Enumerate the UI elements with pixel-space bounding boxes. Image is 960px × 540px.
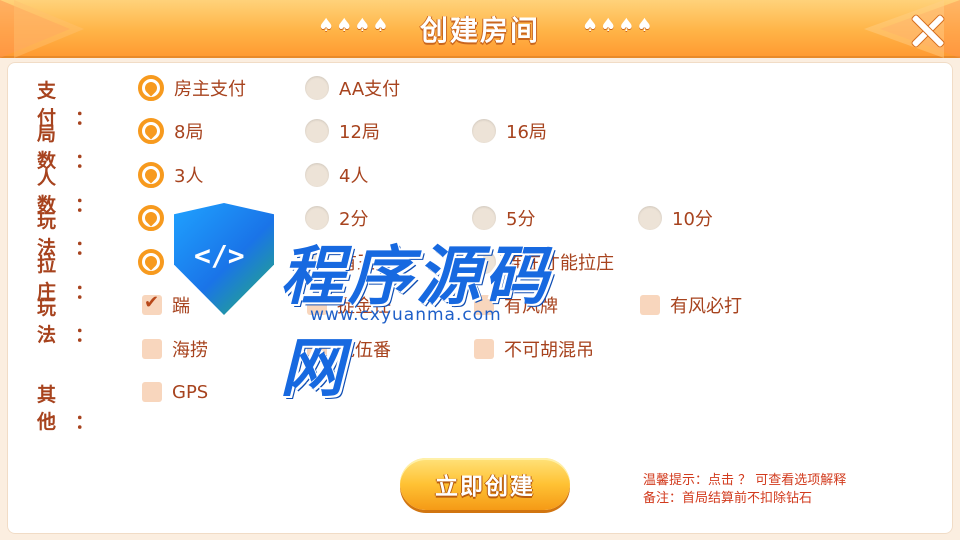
row-players: 人数： 3人 4人	[7, 158, 953, 216]
option-label: 捉金任	[337, 296, 391, 317]
checkbox-option-hailao[interactable]: 海捞	[142, 332, 208, 366]
option-label: 10分	[672, 209, 713, 230]
checkbox-unchecked-icon	[142, 382, 162, 402]
radio-option-16-rounds[interactable]: 16局	[472, 114, 547, 148]
option-label: 12局	[339, 122, 380, 143]
radio-selected-icon	[138, 249, 164, 275]
checkbox-option-gps[interactable]: GPS	[142, 375, 208, 409]
checkbox-option-wind-tiles[interactable]: 有风牌	[474, 288, 558, 322]
checkbox-option-zhuojinren[interactable]: 捉金任	[307, 288, 391, 322]
checkbox-unchecked-icon	[307, 295, 327, 315]
checkbox-unchecked-icon	[474, 295, 494, 315]
radio-option-king-banker[interactable]: 有王拉庄	[305, 245, 411, 279]
checkbox-option-no-hun-diao[interactable]: 不可胡混吊	[474, 332, 594, 366]
options-panel: 支付： 房主支付 AA支付 局数： 8局 12局 16局 人数： 3人 4人 玩…	[7, 62, 953, 534]
option-label: 不可胡混吊	[504, 340, 594, 361]
dialog-header: ♠♠♠♠ 创建房间 ♠♠♠♠	[0, 0, 960, 58]
option-label: 房主支付	[174, 79, 246, 100]
radio-option-12-rounds[interactable]: 12局	[305, 114, 380, 148]
tip-line-help[interactable]: 温馨提示：点击 ？ 可查看选项解释	[643, 472, 846, 490]
checkbox-unchecked-icon	[474, 339, 494, 359]
radio-option-4-players[interactable]: 4人	[305, 158, 368, 192]
row-play-score: 玩法： 2分 5分 10分	[7, 201, 953, 259]
option-label: 有风必打	[670, 296, 742, 317]
option-label: 5分	[506, 209, 536, 230]
row-label-other: 其他：	[37, 384, 114, 433]
option-label: AA支付	[339, 79, 401, 100]
tip-line-note: 备注：首局结算前不扣除钻石	[643, 491, 813, 506]
option-label: 8局	[174, 122, 204, 143]
radio-unselected-icon	[638, 206, 662, 230]
radio-option-consecutive-banker[interactable]: 连庄才能拉庄	[472, 245, 614, 279]
radio-option-aa-pay[interactable]: AA支付	[305, 71, 400, 105]
row-banker: 拉庄： 有王拉庄 连庄才能拉庄	[7, 245, 953, 303]
radio-selected-icon	[138, 118, 164, 144]
radio-option-5-points[interactable]: 5分	[472, 201, 535, 235]
option-label: 海捞	[172, 340, 208, 361]
radio-unselected-icon	[472, 119, 496, 143]
radio-option-2-points[interactable]: 2分	[305, 201, 368, 235]
radio-unselected-icon	[472, 250, 496, 274]
radio-option-banker-default[interactable]	[138, 245, 174, 279]
row-play-rules: 玩法： 踹 捉金任 有风牌 有风必打	[7, 288, 953, 346]
option-label: 3人	[174, 166, 204, 187]
checkbox-unchecked-icon	[307, 339, 327, 359]
checkbox-checked-icon	[142, 292, 162, 315]
create-room-button[interactable]: 立即创建	[400, 458, 570, 510]
radio-option-8-rounds[interactable]: 8局	[138, 114, 203, 148]
option-label: 有王拉庄	[339, 253, 411, 274]
checkbox-option-wind-must-play[interactable]: 有风必打	[640, 288, 742, 322]
spade-decoration-icon: ♠♠♠♠	[582, 15, 655, 36]
radio-unselected-icon	[305, 119, 329, 143]
checkbox-option-chuai[interactable]: 踹	[142, 288, 190, 322]
option-label: 龙伍番	[337, 340, 391, 361]
option-label: GPS	[172, 381, 209, 403]
option-label: 16局	[506, 122, 547, 143]
checkbox-unchecked-icon	[640, 295, 660, 315]
option-label: 踹	[172, 296, 190, 317]
radio-unselected-icon	[305, 163, 329, 187]
radio-unselected-icon	[305, 206, 329, 230]
radio-option-3-players[interactable]: 3人	[138, 158, 203, 192]
row-payment: 支付： 房主支付 AA支付	[7, 71, 953, 129]
radio-unselected-icon	[472, 206, 496, 230]
option-label: 有风牌	[504, 296, 558, 317]
radio-option-owner-pay[interactable]: 房主支付	[138, 71, 246, 105]
dialog-title: 创建房间	[419, 14, 540, 47]
radio-unselected-icon	[305, 250, 329, 274]
row-play-rules-2: 海捞 龙伍番 不可胡混吊	[7, 332, 953, 366]
radio-selected-icon	[138, 75, 164, 101]
radio-unselected-icon	[305, 76, 329, 100]
checkbox-unchecked-icon	[142, 339, 162, 359]
option-label: 4人	[339, 166, 369, 187]
option-label: 连庄才能拉庄	[506, 253, 614, 274]
radio-selected-icon	[138, 205, 164, 231]
radio-selected-icon	[138, 162, 164, 188]
checkbox-option-longwufan[interactable]: 龙伍番	[307, 332, 391, 366]
row-other: 其他： GPS	[7, 375, 953, 434]
close-icon[interactable]	[908, 12, 944, 48]
row-rounds: 局数： 8局 12局 16局	[7, 114, 953, 172]
radio-option-10-points[interactable]: 10分	[638, 201, 713, 235]
radio-option-score-default[interactable]	[138, 201, 174, 235]
option-label: 2分	[339, 209, 369, 230]
tips-text: 温馨提示：点击 ？ 可查看选项解释 备注：首局结算前不扣除钻石	[643, 472, 846, 508]
